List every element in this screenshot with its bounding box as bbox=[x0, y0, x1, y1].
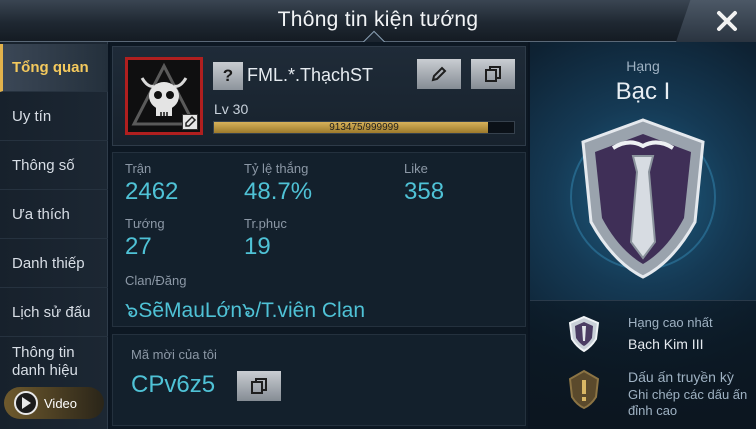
invite-code-label: Mã mời của tôi bbox=[131, 347, 217, 362]
skins-label: Tr.phục bbox=[244, 216, 287, 231]
sidebar-item-titles[interactable]: Thông tin danh hiệu bbox=[0, 338, 108, 382]
copy-invite-code-button[interactable] bbox=[237, 371, 281, 401]
highest-rank-value: Bạch Kim III bbox=[628, 336, 704, 352]
player-name: FML.*.ThạchST bbox=[247, 65, 374, 85]
sidebar-item-reputation[interactable]: Uy tín bbox=[0, 93, 108, 141]
sidebar-item-label: Ưa thích bbox=[12, 205, 70, 223]
xp-progress-text: 913475/999999 bbox=[329, 122, 399, 133]
sidebar-item-label: Uy tín bbox=[12, 107, 52, 125]
sidebar: Tổng quan Uy tín Thông số Ưa thích Danh … bbox=[0, 42, 108, 429]
sidebar-item-label: Thông số bbox=[12, 156, 75, 174]
matches-value: 2462 bbox=[125, 178, 179, 205]
legendary-mark-label: Dấu ấn truyền kỳ bbox=[628, 369, 734, 385]
sidebar-item-business-card[interactable]: Danh thiếp bbox=[0, 240, 108, 288]
page-title: Thông tin kiện tướng bbox=[277, 8, 479, 31]
legendary-mark-icon bbox=[568, 369, 600, 410]
clan-value[interactable]: ๖SẽMauLớn๖/T.viên Clan bbox=[125, 294, 365, 327]
copy-icon bbox=[251, 378, 267, 394]
avatar[interactable] bbox=[125, 57, 203, 135]
close-button[interactable] bbox=[676, 0, 756, 42]
stats-panel: Trận 2462 Tỷ lệ thắng 48.7% Like 358 Tướ… bbox=[112, 152, 526, 327]
legendary-mark-description: Ghi chép các dấu ấn đỉnh cao bbox=[628, 387, 748, 418]
sidebar-item-stats[interactable]: Thông số bbox=[0, 142, 108, 190]
help-button[interactable]: ? bbox=[213, 62, 243, 90]
rank-panel: Hạng Bạc I Hạng cao nhất Bạch Kim III Dấ… bbox=[530, 42, 756, 429]
invite-code-value: CPv6z5 bbox=[131, 371, 216, 398]
matches-label: Trận bbox=[125, 161, 152, 176]
pencil-icon bbox=[431, 66, 447, 82]
heroes-value: 27 bbox=[125, 233, 152, 260]
heroes-label: Tướng bbox=[125, 216, 165, 231]
winrate-label: Tỷ lệ thắng bbox=[244, 161, 309, 176]
rank-label: Hạng bbox=[626, 58, 660, 74]
copy-button[interactable] bbox=[471, 59, 515, 89]
play-icon bbox=[14, 391, 38, 415]
copy-icon bbox=[485, 66, 501, 82]
sidebar-item-label: Tổng quan bbox=[12, 58, 89, 76]
video-button[interactable]: Video bbox=[4, 387, 104, 419]
edit-avatar-icon[interactable] bbox=[182, 114, 198, 130]
player-level: Lv 30 bbox=[214, 101, 249, 117]
xp-progress-bar: 913475/999999 bbox=[213, 121, 515, 134]
sidebar-item-label: Lịch sử đấu bbox=[12, 303, 91, 321]
sidebar-item-label: Danh thiếp bbox=[12, 254, 85, 272]
rank-value: Bạc I bbox=[615, 78, 671, 105]
close-icon bbox=[717, 11, 737, 31]
clan-label: Clan/Đăng bbox=[125, 273, 187, 288]
sidebar-item-match-history[interactable]: Lịch sử đấu bbox=[0, 289, 108, 337]
sidebar-item-label: Thông tin danh hiệu bbox=[12, 344, 78, 379]
video-label: Video bbox=[44, 395, 78, 411]
rename-button[interactable] bbox=[417, 59, 461, 89]
rank-details: Hạng cao nhất Bạch Kim III Dấu ấn truyền… bbox=[530, 300, 756, 429]
highest-rank-label: Hạng cao nhất bbox=[628, 315, 713, 330]
main-panel: ? FML.*.ThạchST Lv 30 913475/999999 Trận… bbox=[110, 42, 528, 429]
profile-card: ? FML.*.ThạchST Lv 30 913475/999999 bbox=[112, 46, 526, 146]
like-value: 358 bbox=[404, 178, 445, 205]
sidebar-item-favorites[interactable]: Ưa thích bbox=[0, 191, 108, 239]
silver-rank-shield-icon bbox=[570, 118, 716, 279]
sidebar-item-overview[interactable]: Tổng quan bbox=[0, 44, 108, 92]
winrate-value: 48.7% bbox=[244, 178, 313, 205]
platinum-rank-badge-icon bbox=[568, 315, 600, 353]
skins-value: 19 bbox=[244, 233, 271, 260]
like-label: Like bbox=[404, 161, 428, 176]
invite-code-panel: Mã mời của tôi CPv6z5 bbox=[112, 334, 526, 426]
